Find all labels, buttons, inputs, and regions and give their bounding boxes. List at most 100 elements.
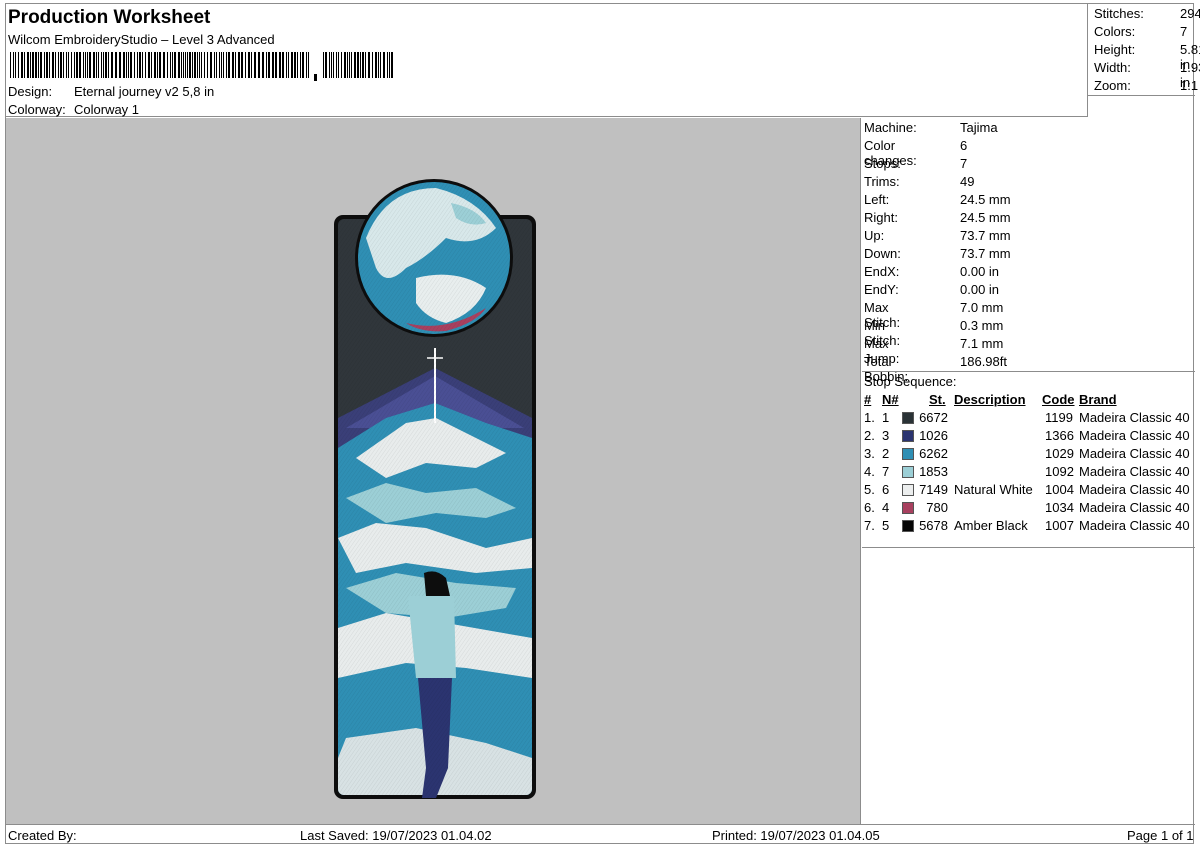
table-row: 7. 5 5678 Amber Black 1007 Madeira Classic 40: [862, 518, 1195, 536]
thread-brand: Madeira Classic 40: [1079, 500, 1190, 515]
divider: [862, 547, 1195, 548]
thread-description: Natural White: [954, 482, 1033, 497]
machine-info-value: 186.98ft: [960, 354, 1007, 369]
thread-brand: Madeira Classic 40: [1079, 482, 1190, 497]
row-index: 4.: [864, 464, 875, 479]
column-header-desc: Description: [954, 392, 1026, 407]
embroidery-design-image: [334, 179, 536, 799]
colors-label: Colors:: [1094, 24, 1136, 39]
thread-description: Amber Black: [954, 518, 1028, 533]
machine-info-value: 0.00 in: [960, 264, 1000, 279]
worksheet: Production Worksheet Wilcom EmbroiderySt…: [5, 3, 1200, 845]
machine-info-value: 24.5 mm: [960, 210, 1011, 225]
machine-info-label: Stops:: [864, 156, 901, 171]
thread-color-swatch: [902, 412, 914, 424]
height-label: Height:: [1094, 42, 1136, 57]
thread-color-swatch: [902, 484, 914, 496]
stitches-label: Stitches:: [1094, 6, 1144, 21]
machine-info-value: 73.7 mm: [960, 228, 1011, 243]
column-header-st: St.: [929, 392, 946, 407]
stitch-count: 780: [926, 500, 948, 515]
machine-info-value: 24.5 mm: [960, 192, 1011, 207]
machine-info-value: 7.1 mm: [960, 336, 1004, 351]
machine-info-value: 49: [960, 174, 975, 189]
thread-code: 1007: [1045, 518, 1074, 533]
design-value: Eternal journey v2 5,8 in: [74, 84, 215, 99]
thread-brand: Madeira Classic 40: [1079, 518, 1190, 533]
stitches-value: 29422: [1180, 6, 1200, 21]
thread-code: 1004: [1045, 482, 1074, 497]
thread-brand: Madeira Classic 40: [1079, 410, 1190, 425]
design-summary: Stitches: 29422 Colors: 7 Height: 5.81 i…: [1088, 4, 1200, 96]
stitch-count: 5678: [919, 518, 948, 533]
machine-info-label: Down:: [864, 246, 901, 261]
thread-code: 1199: [1045, 410, 1073, 425]
machine-info-label: Up:: [864, 228, 885, 243]
thread-code: 1034: [1045, 500, 1074, 515]
colorway-value: Colorway 1: [74, 102, 140, 117]
machine-info-value: 0.00 in: [960, 282, 1000, 297]
thread-brand: Madeira Classic 40: [1079, 428, 1190, 443]
needle-number: 2: [882, 446, 890, 461]
column-header-idx: #: [864, 392, 872, 407]
thread-brand: Madeira Classic 40: [1079, 464, 1190, 479]
worksheet-footer: Created By: Last Saved: 19/07/2023 01.04…: [6, 824, 1195, 845]
machine-info-label: Right:: [864, 210, 898, 225]
table-row: 2. 3 1026 1366 Madeira Classic 40: [862, 428, 1195, 446]
barcode: [10, 52, 393, 81]
needle-number: 4: [882, 500, 890, 515]
machine-info-value: Tajima: [960, 120, 998, 135]
zoom-label: Zoom:: [1094, 78, 1131, 93]
row-index: 5.: [864, 482, 875, 497]
stop-sequence-title: Stop Sequence:: [864, 374, 957, 389]
machine-info-label: Left:: [864, 192, 890, 207]
column-header-n: N#: [882, 392, 899, 407]
thread-color-swatch: [902, 466, 914, 478]
table-row: 3. 2 6262 1029 Madeira Classic 40: [862, 446, 1195, 464]
column-header-code: Code: [1042, 392, 1075, 407]
needle-number: 6: [882, 482, 890, 497]
stitch-count: 7149: [919, 482, 948, 497]
machine-info-value: 0.3 mm: [960, 318, 1004, 333]
machine-info-label: Trims:: [864, 174, 900, 189]
machine-info-panel: Machine: Tajima Color changes: 6 Stops: 7 Trim…: [862, 118, 1195, 824]
stitch-count: 1853: [919, 464, 948, 479]
needle-number: 1: [882, 410, 890, 425]
row-index: 3.: [864, 446, 875, 461]
row-index: 1.: [864, 410, 875, 425]
thread-code: 1029: [1045, 446, 1074, 461]
machine-info-label: EndY:: [864, 282, 899, 297]
page-number: Page 1 of 1: [1127, 828, 1194, 843]
machine-info-value: 73.7 mm: [960, 246, 1011, 261]
machine-info-value: 6: [960, 138, 968, 153]
design-label: Design:: [8, 84, 53, 99]
colors-value: 7: [1180, 24, 1188, 39]
stitch-count: 1026: [919, 428, 948, 443]
printed-date: Printed: 19/07/2023 01.04.05: [712, 828, 880, 843]
worksheet-header: Production Worksheet Wilcom EmbroiderySt…: [6, 4, 1088, 117]
table-row: 1. 1 6672 1199 Madeira Classic 40: [862, 410, 1195, 428]
stitch-count: 6672: [919, 410, 948, 425]
thread-color-swatch: [902, 520, 914, 532]
needle-number: 5: [882, 518, 890, 533]
table-row: 5. 6 7149 Natural White 1004 Madeira Classic …: [862, 482, 1195, 500]
design-preview: [6, 118, 861, 824]
thread-color-swatch: [902, 448, 914, 460]
thread-color-swatch: [902, 502, 914, 514]
zoom-value: 1:1: [1180, 78, 1199, 93]
table-row: 4. 7 1853 1092 Madeira Classic 40: [862, 464, 1195, 482]
machine-info-label: EndX:: [864, 264, 900, 279]
machine-info-value: 7: [960, 156, 968, 171]
row-index: 6.: [864, 500, 875, 515]
divider: [862, 371, 1195, 372]
thread-code: 1092: [1045, 464, 1074, 479]
thread-color-swatch: [902, 430, 914, 442]
row-index: 2.: [864, 428, 875, 443]
page-title: Production Worksheet: [8, 7, 211, 28]
width-label: Width:: [1094, 60, 1131, 75]
software-name: Wilcom EmbroideryStudio – Level 3 Advanc…: [8, 32, 275, 47]
thread-brand: Madeira Classic 40: [1079, 446, 1190, 461]
stitch-count: 6262: [919, 446, 948, 461]
needle-number: 7: [882, 464, 890, 479]
thread-code: 1366: [1045, 428, 1074, 443]
